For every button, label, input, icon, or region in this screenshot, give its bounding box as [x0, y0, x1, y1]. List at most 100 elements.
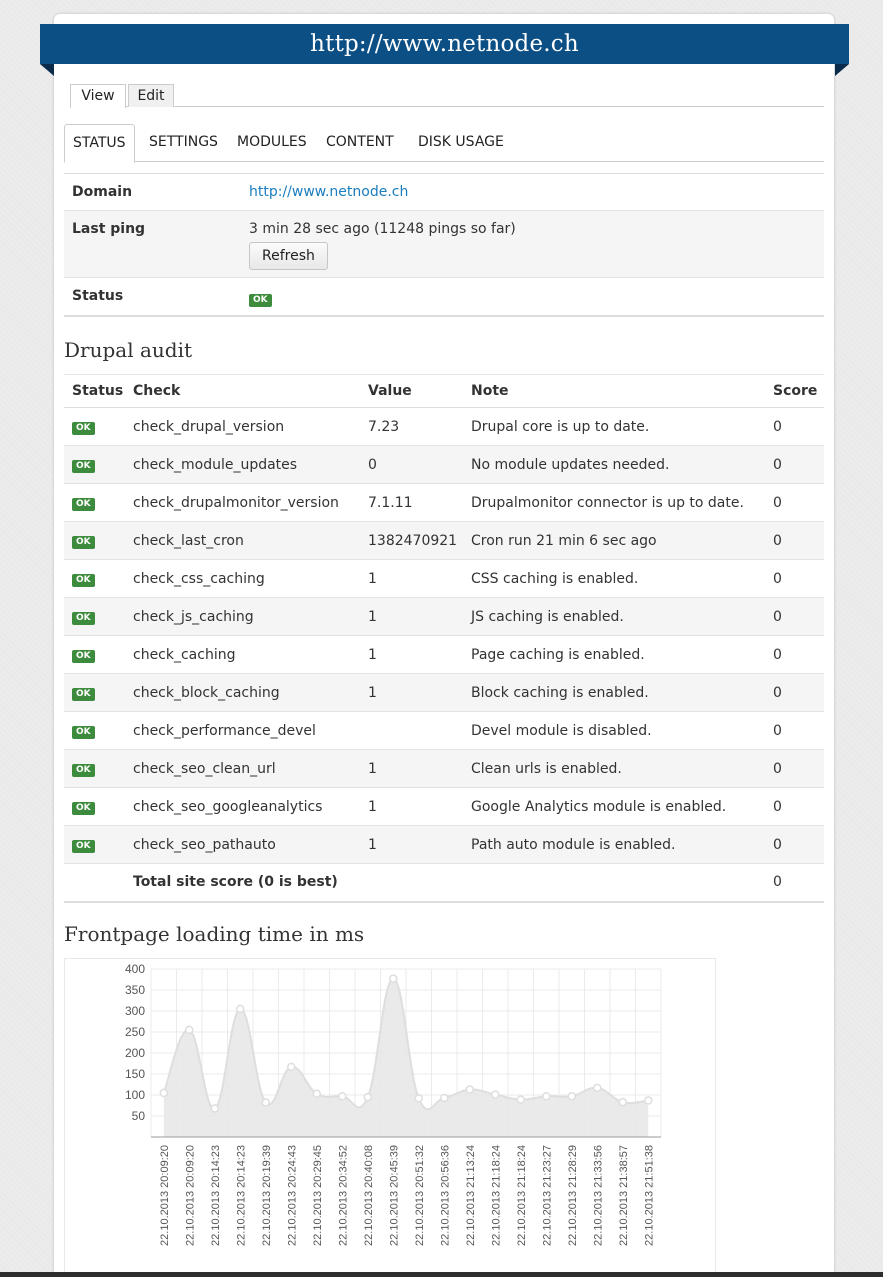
status-badge: OK: [72, 650, 95, 663]
check-note: JS caching is enabled.: [463, 597, 765, 636]
data-point: [287, 1062, 296, 1072]
check-name: check_seo_googleanalytics: [125, 787, 360, 826]
check-value: 1: [360, 673, 463, 712]
site-title-ribbon: http://www.netnode.ch: [40, 24, 849, 64]
check-value: 7.23: [360, 407, 463, 446]
audit-heading: Drupal audit: [64, 338, 192, 362]
total-score: 0: [765, 863, 824, 903]
data-point: [389, 974, 398, 983]
x-tick-label: 22.10.2013 21:28:29: [567, 1145, 579, 1246]
tab-edit[interactable]: Edit: [128, 84, 174, 107]
table-row: OK check_block_caching 1 Block caching is e…: [64, 673, 824, 712]
check-name: check_seo_pathauto: [125, 825, 360, 864]
status-label: Status: [72, 288, 124, 304]
tab-modules[interactable]: MODULES: [229, 124, 315, 162]
info-row-last-ping: Last ping 3 min 28 sec ago (11248 pings …: [64, 211, 824, 278]
x-tick-label: 22.10.2013 20:19:39: [261, 1145, 273, 1246]
check-name: check_last_cron: [125, 521, 360, 560]
check-note: Devel module is disabled.: [463, 711, 765, 750]
data-point: [414, 1094, 423, 1103]
status-badge: OK: [72, 764, 95, 777]
x-tick-label: 22.10.2013 21:23:27: [541, 1145, 553, 1246]
check-value: 1: [360, 597, 463, 636]
x-tick-label: 22.10.2013 20:24:43: [286, 1145, 298, 1246]
status-badge: OK: [72, 688, 95, 701]
domain-label: Domain: [72, 184, 133, 200]
data-point: [618, 1097, 627, 1107]
check-name: check_performance_devel: [125, 711, 360, 750]
section-tabs: STATUS SETTINGS MODULES CONTENT DISK USA…: [64, 124, 824, 163]
check-score: 0: [765, 559, 824, 598]
table-row: OK check_module_updates 0 No module updates…: [64, 445, 824, 484]
table-row: OK check_seo_googleanalytics 1 Google Analy…: [64, 787, 824, 826]
data-point: [644, 1096, 653, 1105]
tab-settings[interactable]: SETTINGS: [141, 124, 226, 162]
x-tick-label: 22.10.2013 20:09:20: [184, 1145, 196, 1246]
domain-link[interactable]: http://www.netnode.ch: [249, 184, 408, 200]
check-score: 0: [765, 711, 824, 750]
total-row: Total site score (0 is best) 0: [64, 863, 824, 903]
check-note: Path auto module is enabled.: [463, 825, 765, 864]
x-tick-label: 22.10.2013 20:14:23: [210, 1145, 222, 1246]
tab-content[interactable]: CONTENT: [318, 124, 402, 162]
data-point: [567, 1092, 576, 1101]
check-score: 0: [765, 445, 824, 484]
check-name: check_drupalmonitor_version: [125, 483, 360, 522]
ribbon-fold-left: [40, 64, 54, 76]
data-point: [363, 1092, 372, 1102]
check-note: Block caching is enabled.: [463, 673, 765, 712]
y-tick-label: 150: [125, 1067, 145, 1081]
tab-disk-usage[interactable]: DISK USAGE: [410, 124, 512, 162]
check-name: check_js_caching: [125, 597, 360, 636]
last-ping-label: Last ping: [72, 221, 146, 237]
status-badge: OK: [72, 574, 95, 587]
refresh-button[interactable]: Refresh: [249, 242, 328, 270]
y-tick-label: 250: [125, 1025, 145, 1039]
table-row: OK check_css_caching 1 CSS caching is enabl…: [64, 559, 824, 598]
y-tick-label: 400: [125, 962, 145, 976]
x-tick-label: 22.10.2013 20:29:45: [312, 1145, 324, 1246]
audit-header-row: Status Check Value Note Score: [64, 374, 824, 408]
data-point: [159, 1088, 168, 1098]
check-note: No module updates needed.: [463, 445, 765, 484]
check-note: Page caching is enabled.: [463, 635, 765, 674]
table-row: OK check_last_cron 1382470921 Cron run 21 m…: [64, 521, 824, 560]
table-row: OK check_js_caching 1 JS caching is enabled…: [64, 597, 824, 636]
x-tick-label: 22.10.2013 20:34:52: [337, 1145, 349, 1246]
tab-view[interactable]: View: [70, 84, 126, 108]
info-row-status: Status OK: [64, 278, 824, 315]
check-value: 0: [360, 445, 463, 484]
ribbon-fold-right: [835, 64, 849, 76]
last-ping-value: 3 min 28 sec ago (11248 pings so far): [249, 221, 516, 237]
data-point: [593, 1083, 602, 1093]
data-point: [440, 1093, 449, 1103]
x-tick-label: 22.10.2013 20:45:39: [388, 1145, 400, 1246]
check-score: 0: [765, 635, 824, 674]
check-score: 0: [765, 787, 824, 826]
status-badge: OK: [72, 460, 95, 473]
check-note: Drupalmonitor connector is up to date.: [463, 483, 765, 522]
table-row: OK check_drupalmonitor_version 7.1.11 Drupa…: [64, 483, 824, 522]
check-score: 0: [765, 673, 824, 712]
tab-status[interactable]: STATUS: [64, 124, 135, 163]
bottom-bar: [0, 1272, 883, 1277]
y-tick-label: 300: [125, 1004, 145, 1018]
column-header-note: Note: [463, 374, 765, 408]
data-point: [491, 1090, 500, 1099]
x-tick-label: 22.10.2013 21:18:24: [516, 1145, 528, 1246]
y-tick-label: 200: [125, 1046, 145, 1060]
check-value: 1382470921: [360, 521, 463, 560]
chart-heading: Frontpage loading time in ms: [64, 922, 365, 946]
check-name: check_css_caching: [125, 559, 360, 598]
x-tick-label: 22.10.2013 20:09:20: [159, 1145, 171, 1246]
view-edit-tabs: View Edit: [70, 84, 824, 108]
check-value: [360, 711, 463, 750]
x-tick-label: 22.10.2013 21:38:57: [618, 1145, 630, 1246]
check-value: 7.1.11: [360, 483, 463, 522]
data-point: [185, 1025, 194, 1035]
data-point: [338, 1092, 347, 1101]
x-tick-label: 22.10.2013 21:51:38: [643, 1145, 655, 1246]
status-badge: OK: [72, 422, 95, 435]
data-point: [312, 1089, 321, 1098]
check-score: 0: [765, 597, 824, 636]
